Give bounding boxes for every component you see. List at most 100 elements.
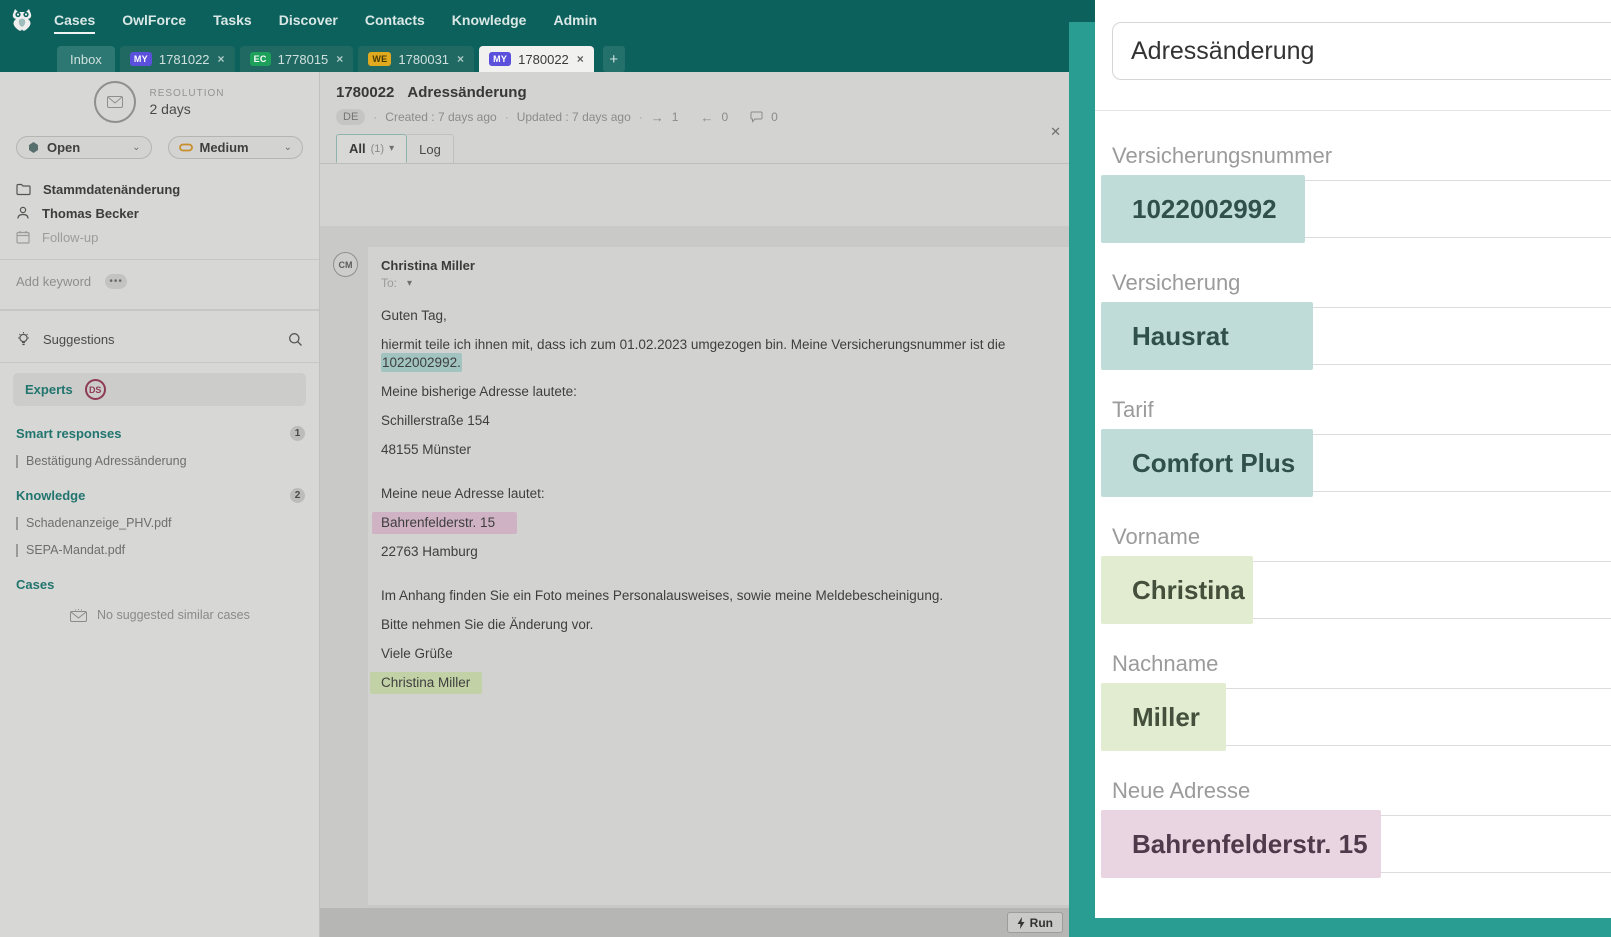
field-neue-adresse: Neue Adresse Bahrenfelderstr. 15 [1101, 778, 1611, 878]
field-input[interactable]: Hausrat [1101, 302, 1611, 370]
email-to-label: To: [381, 276, 398, 290]
run-button[interactable]: Run [1006, 912, 1063, 933]
highlight-versicherungsnummer[interactable]: 1022002992. [381, 353, 462, 372]
panel-notch [1069, 0, 1095, 22]
field-label: Neue Adresse [1112, 778, 1251, 803]
nav-item-tasks[interactable]: Tasks [213, 6, 252, 34]
knowledge-count: 2 [290, 488, 305, 503]
keyword-options-button[interactable]: ••• [105, 274, 128, 289]
extraction-panel: Versicherungsnummer 1022002992 Versicher… [1069, 0, 1611, 937]
field-input[interactable]: Christina [1101, 556, 1611, 624]
highlight-neue-adresse[interactable]: Bahrenfelderstr. 15 [372, 512, 518, 534]
field-input[interactable]: Miller [1101, 683, 1611, 751]
field-value-highlight[interactable]: Hausrat [1101, 302, 1313, 370]
person-icon [17, 206, 29, 219]
nav-item-discover[interactable]: Discover [279, 6, 338, 34]
field-input[interactable]: Comfort Plus [1101, 429, 1611, 497]
case-category-row[interactable]: Stammdatenänderung [16, 177, 303, 201]
experts-row[interactable]: Experts DS [13, 373, 306, 406]
owl-logo-icon [12, 9, 32, 31]
panel-title-field[interactable] [1112, 22, 1611, 80]
case-title: Adressänderung [407, 84, 527, 101]
field-value-highlight[interactable]: 1022002992 [1101, 175, 1305, 243]
panel-left-border [1069, 22, 1095, 937]
field-input[interactable]: 1022002992 [1101, 175, 1611, 243]
field-value-highlight[interactable]: Comfort Plus [1101, 429, 1313, 497]
field-input[interactable]: Bahrenfelderstr. 15 [1101, 810, 1611, 878]
nav-item-contacts[interactable]: Contacts [365, 6, 425, 34]
priority-dropdown[interactable]: Medium ⌄ [167, 136, 303, 159]
tab-all[interactable]: All (1) ▾ [336, 134, 408, 163]
close-tab-icon[interactable]: × [218, 52, 225, 66]
email-body: Guten Tag, hiermit teile ich ihnen mit, … [370, 307, 1049, 694]
field-label: Versicherung [1112, 270, 1241, 295]
tab-case-1780031[interactable]: WE 1780031 × [358, 46, 475, 72]
knowledge-title[interactable]: Knowledge [16, 488, 85, 503]
item-bar-icon [16, 543, 18, 557]
status-dropdown[interactable]: Open ⌄ [16, 136, 152, 159]
case-meta-row: DE · Created : 7 days ago · Updated : 7 … [320, 101, 1069, 125]
panel-title-input[interactable] [1131, 36, 1587, 66]
close-tab-icon[interactable]: × [577, 52, 584, 66]
priority-medium-icon [178, 143, 193, 152]
chevron-down-icon: ⌄ [283, 142, 292, 153]
tab-case-1778015[interactable]: EC 1778015 × [239, 46, 354, 72]
caret-down-icon: ▾ [389, 143, 395, 154]
knowledge-item[interactable]: Schadenanzeige_PHV.pdf [0, 516, 319, 530]
calendar-icon [16, 231, 30, 244]
chevron-down-icon: ⌄ [132, 142, 141, 153]
resolution-avatar [94, 81, 137, 123]
collapse-panel-icon[interactable]: ✕ [1050, 124, 1061, 140]
nav-item-cases[interactable]: Cases [54, 6, 96, 34]
smart-responses-title[interactable]: Smart responses [16, 426, 122, 441]
smart-response-item[interactable]: Bestätigung Adressänderung [0, 454, 319, 468]
close-tab-icon[interactable]: × [457, 52, 464, 66]
knowledge-item[interactable]: SEPA-Mandat.pdf [0, 543, 319, 557]
case-type-badge: MY [489, 52, 512, 66]
panel-separator [1095, 110, 1611, 111]
comments-count: 0 [771, 110, 778, 124]
search-icon[interactable] [288, 332, 303, 347]
panel-content: Versicherungsnummer 1022002992 Versicher… [1095, 0, 1611, 918]
field-vorname: Vorname Christina [1101, 524, 1611, 624]
field-value-highlight[interactable]: Bahrenfelderstr. 15 [1101, 810, 1381, 878]
expert-ds-avatar[interactable]: DS [84, 379, 106, 400]
tab-case-1780022-active[interactable]: MY 1780022 × [479, 46, 594, 72]
owl-logo[interactable] [0, 0, 44, 40]
field-tarif: Tarif Comfort Plus [1101, 397, 1611, 497]
follow-up-row[interactable]: Follow-up [16, 225, 303, 249]
sender-avatar: CM [333, 252, 358, 277]
email-thread: CM Christina Miller To: ▾ Guten Tag, hie… [320, 226, 1069, 908]
case-type-badge: WE [368, 52, 392, 66]
field-value-highlight[interactable]: Miller [1101, 683, 1226, 751]
field-label: Versicherungsnummer [1112, 143, 1333, 168]
nav-item-owlforce[interactable]: OwlForce [122, 6, 186, 34]
comment-bubble-icon [750, 111, 763, 123]
tab-inbox[interactable]: Inbox [57, 46, 115, 72]
highlight-sender-name[interactable]: Christina Miller [370, 672, 483, 694]
app-background: Cases OwlForce Tasks Discover Contacts K… [0, 0, 1069, 937]
case-sidebar: RESOLUTION 2 days Open ⌄ Medium ⌄ Stammd… [0, 72, 320, 937]
created-label: Created : 7 days ago [385, 110, 497, 124]
new-tab-button[interactable]: + [602, 46, 625, 72]
nav-item-admin[interactable]: Admin [553, 6, 597, 34]
assignee-row[interactable]: Thomas Becker [16, 201, 303, 225]
envelope-icon [107, 96, 124, 108]
suggestions-title: Suggestions [43, 332, 115, 347]
close-tab-icon[interactable]: × [336, 52, 343, 66]
updated-label: Updated : 7 days ago [516, 110, 631, 124]
resolution-block: RESOLUTION 2 days [0, 81, 319, 123]
tab-case-1781022[interactable]: MY 1781022 × [119, 46, 235, 72]
tab-log[interactable]: Log [407, 134, 454, 163]
cases-section-title[interactable]: Cases [16, 577, 54, 592]
add-keyword-label: Add keyword [16, 274, 92, 289]
resolution-value: 2 days [149, 100, 191, 117]
caret-down-icon[interactable]: ▾ [407, 278, 412, 289]
no-similar-cases: No suggested similar cases [0, 608, 319, 622]
field-label: Vorname [1112, 524, 1201, 549]
case-tab-bar: Inbox MY 1781022 × EC 1778015 × WE 17800… [0, 40, 1069, 72]
field-label: Nachname [1112, 651, 1219, 676]
envelope-icon [70, 608, 87, 622]
nav-item-knowledge[interactable]: Knowledge [452, 6, 527, 34]
field-value-highlight[interactable]: Christina [1101, 556, 1253, 624]
